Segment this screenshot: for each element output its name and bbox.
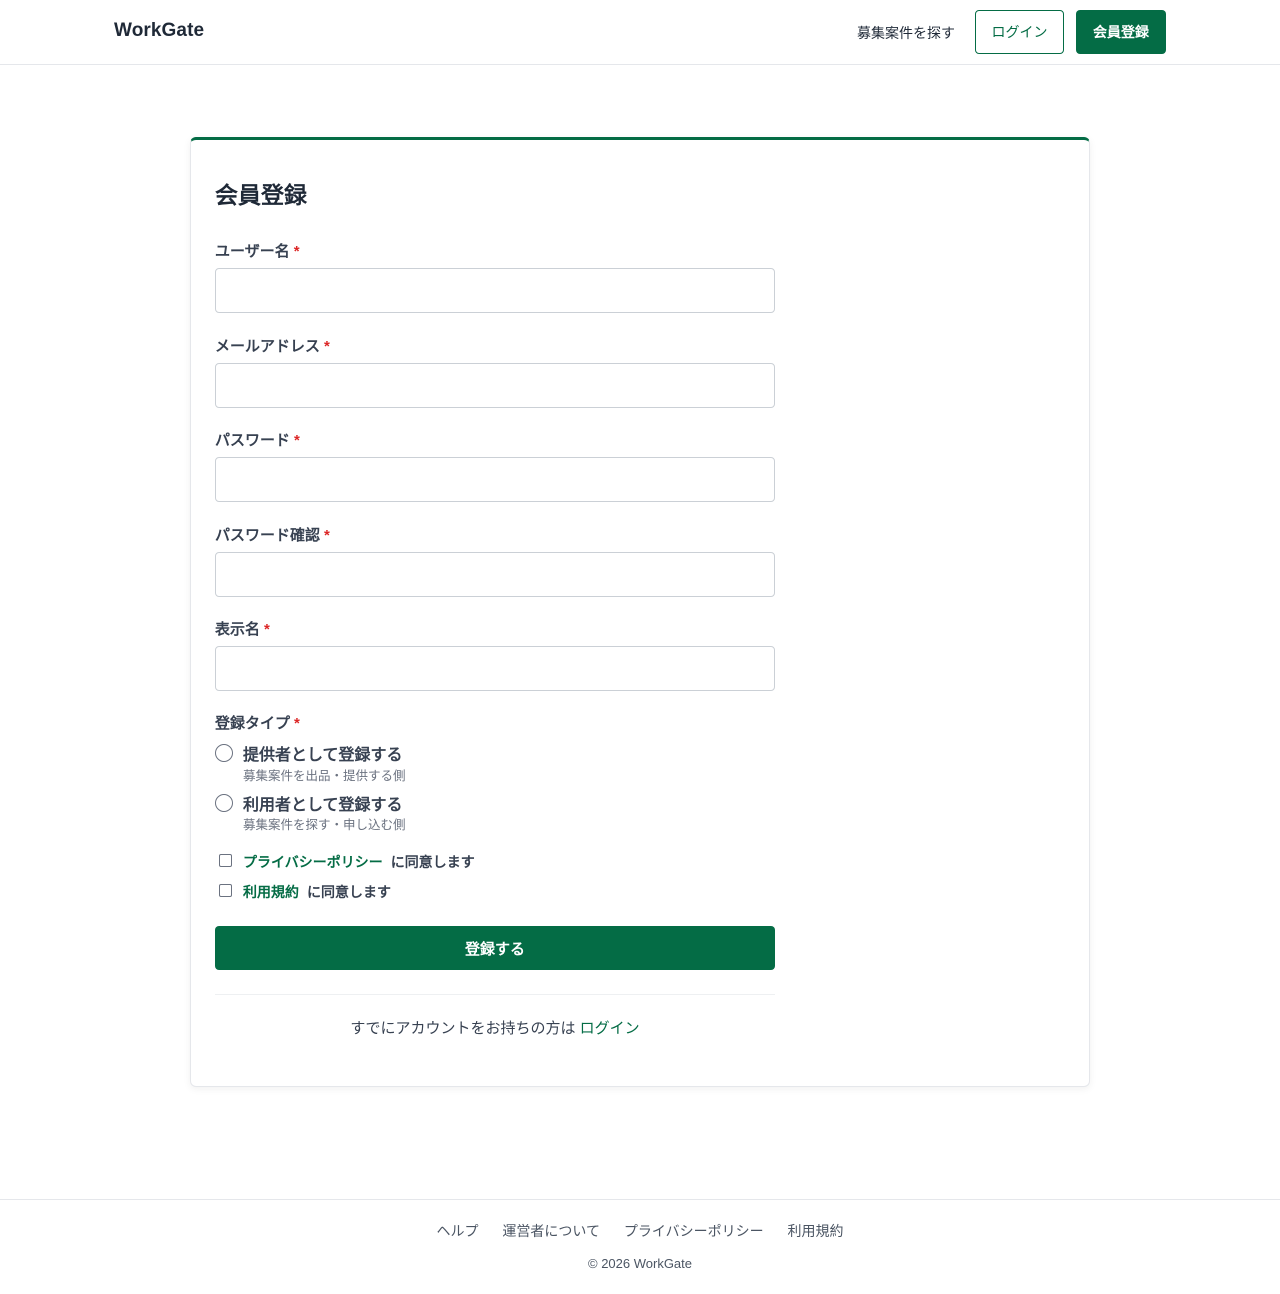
footer-link-help[interactable]: ヘルプ [437, 1223, 479, 1239]
display-name-label-text: 表示名 [215, 621, 261, 638]
password-input[interactable] [215, 457, 775, 502]
register-type-label-text: 登録タイプ [215, 715, 291, 732]
privacy-agreement: プライバシーポリシー に同意します [243, 852, 475, 872]
footer-link-about[interactable]: 運営者について [502, 1223, 600, 1239]
password-confirm-label-text: パスワード確認 [215, 527, 321, 544]
email-label: メールアドレス * [215, 335, 330, 356]
page-title: 会員登録 [215, 182, 307, 208]
user-option-desc: 募集案件を探す・申し込む側 [243, 818, 406, 832]
site-footer: ヘルプ 運営者について プライバシーポリシー 利用規約 © 2026 WorkG… [0, 1199, 1280, 1294]
display-name-input[interactable] [215, 646, 775, 691]
header-register-button[interactable]: 会員登録 [1076, 10, 1166, 54]
email-input[interactable] [215, 363, 775, 408]
terms-link[interactable]: 利用規約 [243, 884, 299, 900]
password-label: パスワード * [215, 429, 300, 450]
display-name-label: 表示名 * [215, 618, 270, 639]
terms-agreement: 利用規約 に同意します [243, 882, 391, 902]
privacy-policy-link[interactable]: プライバシーポリシー [243, 854, 383, 870]
provider-option-title[interactable]: 提供者として登録する [243, 741, 403, 765]
user-radio[interactable] [215, 794, 233, 812]
required-mark: * [324, 338, 330, 355]
terms-checkbox[interactable] [219, 884, 232, 897]
nav-search-link[interactable]: 募集案件を探す [857, 23, 955, 43]
required-mark: * [293, 243, 300, 260]
footer-link-terms[interactable]: 利用規約 [788, 1223, 844, 1239]
have-account-text: すでにアカウントをお持ちの方は [350, 1020, 576, 1037]
user-option-title[interactable]: 利用者として登録する [243, 791, 403, 815]
site-header: WorkGate 募集案件を探す ログイン 会員登録 [0, 0, 1280, 65]
username-input[interactable] [215, 268, 775, 313]
terms-agree-text: に同意します [307, 884, 391, 900]
have-account-prompt: すでにアカウントをお持ちの方は ログイン [215, 1017, 775, 1038]
privacy-checkbox[interactable] [219, 854, 232, 867]
username-label-text: ユーザー名 [215, 243, 290, 260]
login-link[interactable]: ログイン [580, 1020, 640, 1037]
site-logo[interactable]: WorkGate [114, 20, 204, 42]
required-mark: * [294, 432, 300, 449]
email-label-text: メールアドレス [215, 338, 321, 355]
copyright: © 2026 WorkGate [588, 1256, 692, 1271]
footer-link-privacy[interactable]: プライバシーポリシー [624, 1223, 764, 1239]
password-confirm-label: パスワード確認 * [215, 524, 330, 545]
required-mark: * [324, 527, 330, 544]
required-mark: * [264, 621, 270, 638]
form-divider [215, 994, 775, 995]
provider-option-desc: 募集案件を出品・提供する側 [243, 769, 406, 783]
footer-links: ヘルプ 運営者について プライバシーポリシー 利用規約 [0, 1221, 1280, 1241]
provider-radio[interactable] [215, 744, 233, 762]
password-label-text: パスワード [215, 432, 291, 449]
submit-button[interactable]: 登録する [215, 926, 775, 970]
header-login-button[interactable]: ログイン [975, 10, 1064, 54]
username-label: ユーザー名 * [215, 240, 300, 261]
privacy-agree-text: に同意します [390, 854, 475, 870]
required-mark: * [294, 715, 300, 732]
password-confirm-input[interactable] [215, 552, 775, 597]
register-type-label: 登録タイプ * [215, 712, 300, 733]
